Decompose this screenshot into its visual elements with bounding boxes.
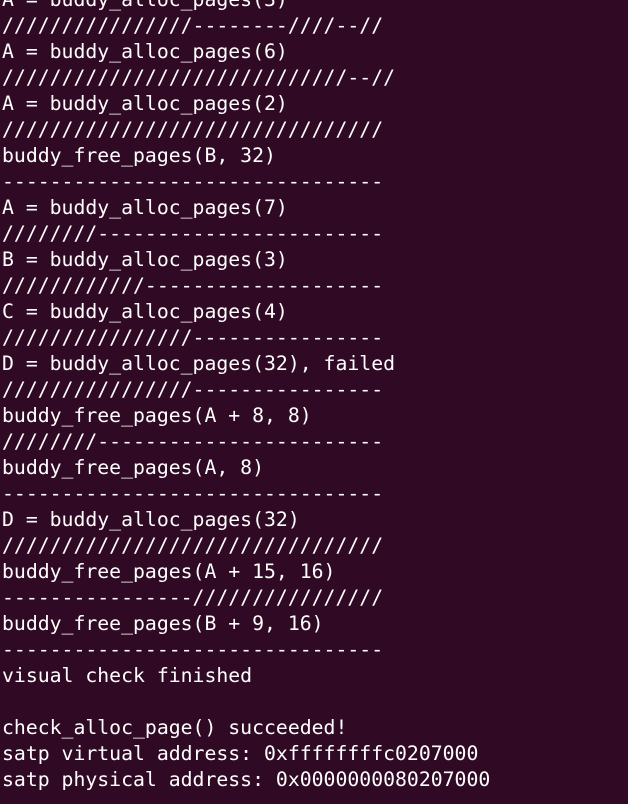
terminal-line: ////////////////----------------	[2, 378, 384, 401]
terminal-line: check_alloc_page() succeeded!	[2, 716, 348, 739]
terminal-line: buddy_free_pages(B + 9, 16)	[2, 612, 324, 635]
terminal-line: /////////////////////////////--//	[2, 66, 396, 89]
terminal-line: D = buddy_alloc_pages(32)	[2, 508, 300, 531]
terminal-output: A = buddy_alloc_pages(3)////////////////…	[2, 0, 490, 793]
terminal-line: visual check finished	[2, 664, 253, 687]
terminal-line: satp virtual address: 0xffffffffc0207000	[2, 742, 479, 765]
terminal-line: A = buddy_alloc_pages(3)	[2, 0, 490, 13]
terminal-line: buddy_free_pages(A + 8, 8)	[2, 404, 312, 427]
terminal-line: ////////////////----------------	[2, 326, 384, 349]
terminal-line: --------------------------------	[2, 170, 384, 193]
terminal-line: satp physical address: 0x000000008020700…	[2, 768, 491, 791]
terminal-line: buddy_free_pages(A, 8)	[2, 456, 265, 479]
terminal-line: ////////------------------------	[2, 430, 384, 453]
terminal-window[interactable]: A = buddy_alloc_pages(3)////////////////…	[0, 0, 628, 804]
terminal-line: ----------------////////////////	[2, 586, 384, 609]
terminal-line: ////////////////////////////////	[2, 118, 384, 141]
terminal-line: buddy_free_pages(B, 32)	[2, 144, 276, 167]
terminal-line: A = buddy_alloc_pages(2)	[2, 92, 288, 115]
terminal-line: --------------------------------	[2, 638, 384, 661]
terminal-line: ////////////////--------////--//	[2, 14, 384, 37]
terminal-line: ////////////--------------------	[2, 274, 384, 297]
terminal-line: D = buddy_alloc_pages(32), failed	[2, 352, 396, 375]
terminal-line: B = buddy_alloc_pages(3)	[2, 248, 288, 271]
terminal-line: ////////////////////////////////	[2, 534, 384, 557]
terminal-line: A = buddy_alloc_pages(7)	[2, 196, 288, 219]
terminal-line: ////////------------------------	[2, 222, 384, 245]
terminal-line: A = buddy_alloc_pages(6)	[2, 40, 288, 63]
terminal-line: --------------------------------	[2, 482, 384, 505]
terminal-line: C = buddy_alloc_pages(4)	[2, 300, 288, 323]
terminal-line: buddy_free_pages(A + 15, 16)	[2, 560, 336, 583]
